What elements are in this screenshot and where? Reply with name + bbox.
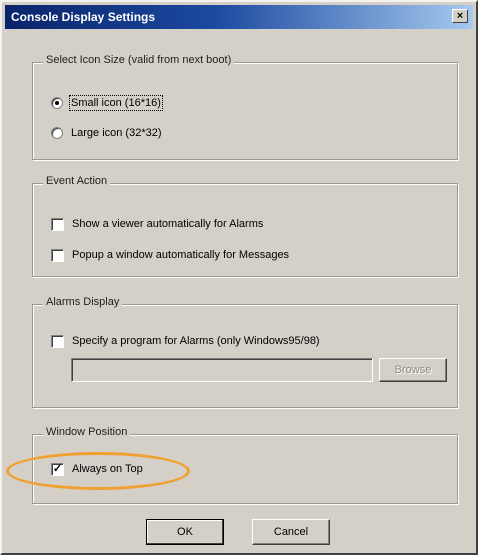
specify-program-label: Specify a program for Alarms (only Windo… (72, 335, 320, 347)
cancel-button[interactable]: Cancel (252, 519, 330, 545)
window-title: Console Display Settings (11, 10, 156, 24)
specify-program-checkbox[interactable] (51, 334, 64, 348)
specify-program-option[interactable]: Specify a program for Alarms (only Windo… (51, 333, 320, 349)
icon-size-legend: Select Icon Size (valid from next boot) (43, 54, 235, 66)
large-icon-radio[interactable] (51, 127, 63, 139)
event-action-group: Event Action Show a viewer automatically… (32, 175, 458, 277)
ok-label: OK (177, 526, 193, 538)
event-action-legend: Event Action (43, 175, 111, 187)
show-viewer-option[interactable]: Show a viewer automatically for Alarms (51, 216, 263, 232)
browse-button[interactable]: Browse (379, 358, 447, 382)
small-icon-label: Small icon (16*16) (69, 95, 163, 111)
console-display-settings-dialog: Console Display Settings × Select Icon S… (0, 0, 478, 555)
browse-label: Browse (394, 364, 432, 376)
show-viewer-checkbox[interactable] (51, 217, 64, 231)
icon-size-group: Select Icon Size (valid from next boot) … (32, 54, 458, 160)
close-icon: × (456, 10, 464, 22)
always-on-top-label: Always on Top (72, 463, 143, 475)
large-icon-label: Large icon (32*32) (71, 127, 162, 139)
title-bar: Console Display Settings × (5, 5, 473, 29)
large-icon-option[interactable]: Large icon (32*32) (51, 125, 162, 141)
close-button[interactable]: × (452, 9, 468, 23)
program-path-field[interactable] (71, 358, 373, 382)
ok-button[interactable]: OK (146, 519, 224, 545)
alarms-display-group: Alarms Display Specify a program for Ala… (32, 296, 458, 408)
small-icon-option[interactable]: Small icon (16*16) (51, 95, 163, 111)
always-on-top-option[interactable]: ✓ Always on Top (51, 461, 143, 477)
popup-window-option[interactable]: Popup a window automatically for Message… (51, 247, 289, 263)
show-viewer-label: Show a viewer automatically for Alarms (72, 218, 264, 230)
window-position-group: Window Position ✓ Always on Top (32, 426, 458, 504)
popup-window-checkbox[interactable] (51, 248, 64, 262)
small-icon-radio[interactable] (51, 97, 63, 109)
checkmark-icon: ✓ (52, 462, 63, 475)
alarms-display-legend: Alarms Display (43, 296, 123, 308)
popup-window-label: Popup a window automatically for Message… (72, 249, 290, 261)
always-on-top-checkbox[interactable]: ✓ (51, 462, 64, 476)
window-position-legend: Window Position (43, 426, 131, 438)
cancel-label: Cancel (273, 526, 309, 538)
